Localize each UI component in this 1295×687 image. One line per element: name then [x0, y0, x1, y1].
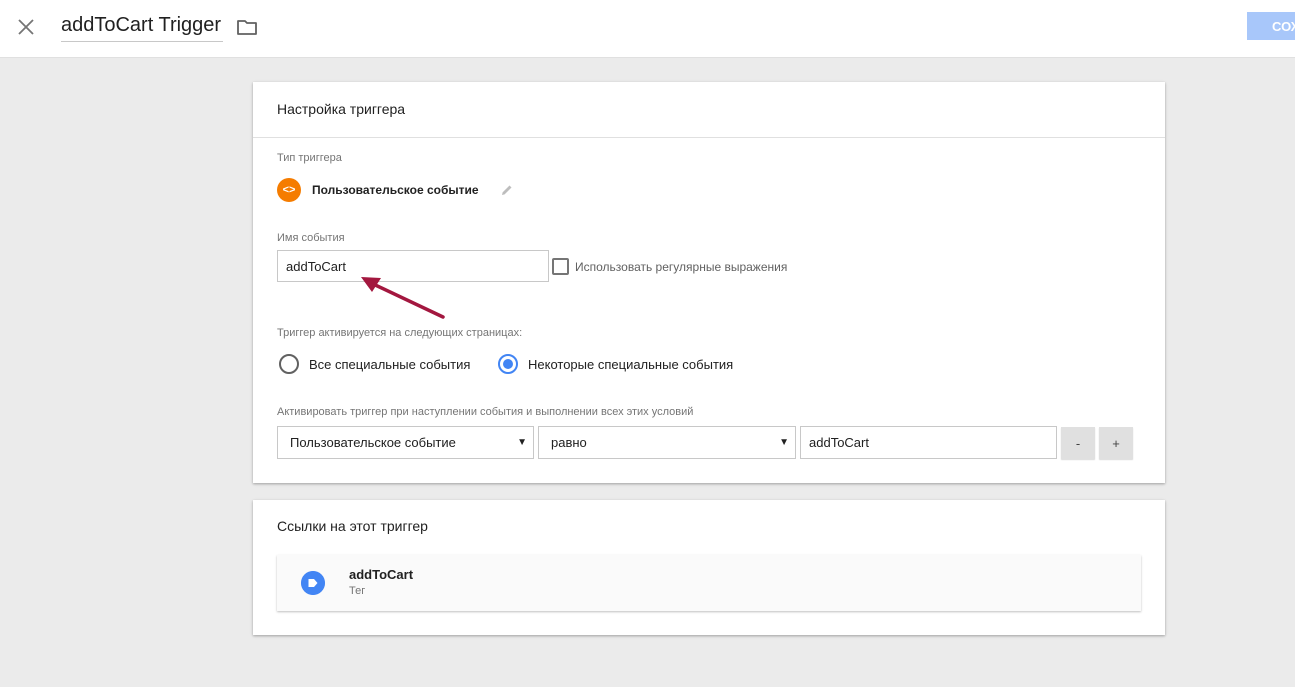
- event-name-input[interactable]: [277, 250, 549, 282]
- dropdown-arrow-icon: ▼: [779, 437, 789, 448]
- card-header: Настройка триггера: [253, 82, 1165, 138]
- card-title: Настройка триггера: [277, 101, 406, 117]
- condition-operator-value: равно: [551, 435, 587, 450]
- condition-value-input[interactable]: [800, 426, 1057, 459]
- pencil-icon[interactable]: [500, 183, 514, 197]
- condition-operator-select[interactable]: равно ▼: [538, 426, 796, 459]
- radio-some-events[interactable]: [498, 354, 518, 374]
- folder-icon[interactable]: [236, 17, 258, 37]
- fires-on-label: Триггер активируется на следующих страни…: [277, 327, 523, 339]
- condition-label: Активировать триггер при наступлении соб…: [277, 406, 694, 418]
- condition-variable-select[interactable]: Пользовательское событие ▼: [277, 426, 534, 459]
- condition-variable-value: Пользовательское событие: [290, 435, 456, 450]
- close-icon[interactable]: [14, 15, 38, 39]
- trigger-references-card: Ссылки на этот триггер addToCart Тег: [253, 500, 1165, 635]
- dropdown-arrow-icon: ▼: [517, 437, 527, 448]
- trigger-title[interactable]: addToCart Trigger: [61, 14, 223, 42]
- regex-checkbox[interactable]: [552, 258, 569, 275]
- reference-item[interactable]: addToCart Тег: [277, 555, 1141, 611]
- reference-name: addToCart: [349, 567, 414, 582]
- trigger-configuration-card: Настройка триггера Тип триггера <> Польз…: [253, 82, 1165, 483]
- tag-icon: [301, 571, 325, 595]
- trigger-type-name[interactable]: Пользовательское событие: [312, 183, 479, 197]
- references-title: Ссылки на этот триггер: [277, 518, 428, 534]
- top-bar: addToCart Trigger Сох: [0, 0, 1295, 58]
- regex-checkbox-label[interactable]: Использовать регулярные выражения: [575, 260, 787, 274]
- radio-all-events[interactable]: [279, 354, 299, 374]
- event-name-label: Имя события: [277, 232, 345, 244]
- trigger-type-label: Тип триггера: [277, 152, 342, 164]
- add-condition-button[interactable]: +: [1099, 427, 1133, 459]
- radio-all-events-label[interactable]: Все специальные события: [309, 357, 470, 372]
- radio-some-events-label[interactable]: Некоторые специальные события: [528, 357, 733, 372]
- code-brackets-icon: <>: [277, 178, 301, 202]
- remove-condition-button[interactable]: -: [1061, 427, 1095, 459]
- save-button[interactable]: Сох: [1247, 12, 1295, 40]
- reference-type: Тег: [349, 585, 366, 597]
